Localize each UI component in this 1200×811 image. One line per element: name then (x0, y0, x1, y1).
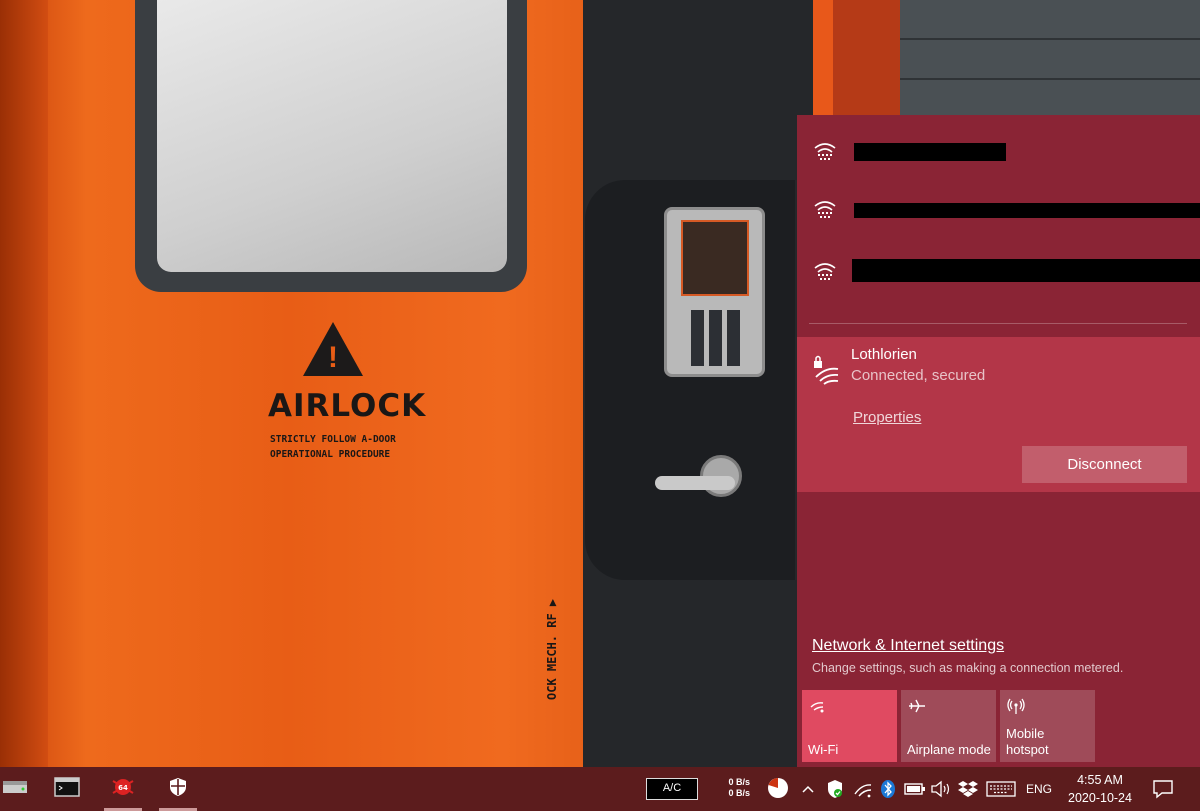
shield-icon (167, 776, 189, 803)
wifi-toggle-tile[interactable]: Wi-Fi (802, 690, 897, 762)
download-speed: 0 B/s (728, 788, 750, 798)
network-item[interactable] (797, 241, 1200, 299)
taskbar: 64 A/C 0 B/s 0 B/s ENG 4:55 AM 2020-10-2… (0, 767, 1200, 811)
network-name-redacted (854, 143, 1006, 161)
tile-label: Wi-Fi (808, 742, 839, 757)
svg-text:64: 64 (118, 784, 128, 792)
wifi-icon (813, 261, 837, 288)
power-source-indicator[interactable]: A/C (646, 778, 698, 800)
tile-label: Airplane mode (907, 742, 991, 757)
brick-wall (900, 0, 1200, 120)
door-edge (0, 0, 48, 767)
wifi-icon (808, 697, 826, 716)
network-settings-link[interactable]: Network & Internet settings (812, 637, 1004, 655)
red-post (833, 0, 900, 120)
network-name-redacted (852, 259, 1200, 282)
door-keypad (664, 207, 765, 377)
door-subtitle: STRICTLY FOLLOW A-DOOR OPERATIONAL PROCE… (270, 432, 410, 462)
wifi-icon[interactable] (853, 778, 873, 800)
taskbar-app-terminal[interactable] (44, 767, 90, 811)
terminal-icon (54, 776, 80, 802)
properties-link[interactable]: Properties (853, 409, 921, 426)
battery-icon[interactable] (904, 778, 926, 800)
taskbar-app-drive[interactable] (0, 767, 38, 811)
upload-speed: 0 B/s (728, 777, 750, 787)
keyboard-icon[interactable] (986, 778, 1016, 800)
clock-time: 4:55 AM (1077, 773, 1123, 787)
wifi-icon (813, 141, 837, 168)
volume-icon[interactable] (930, 778, 952, 800)
disconnect-button[interactable]: Disconnect (1022, 446, 1187, 483)
door-window-glass (157, 0, 507, 272)
network-name-redacted (854, 203, 1200, 218)
network-settings-description: Change settings, such as making a connec… (812, 661, 1124, 675)
dropbox-icon[interactable] (957, 778, 979, 800)
clock[interactable]: 4:55 AM 2020-10-24 (1062, 771, 1138, 807)
taskbar-app-security[interactable] (155, 767, 201, 811)
mobile-hotspot-tile[interactable]: Mobile hotspot (1000, 690, 1095, 762)
clock-date: 2020-10-24 (1068, 791, 1132, 805)
door-subtitle-line2: OPERATIONAL PROCEDURE (270, 449, 391, 460)
tile-label: Mobile hotspot (1006, 726, 1049, 757)
door-title: AIRLOCK (268, 388, 427, 424)
connected-network-status: Connected, secured (851, 367, 986, 384)
bug-64-icon: 64 (110, 775, 136, 804)
bluetooth-icon[interactable] (880, 778, 896, 800)
drive-icon (1, 777, 29, 802)
door-handle (655, 476, 735, 490)
defender-shield-icon[interactable] (826, 778, 844, 800)
network-speed-meter[interactable]: 0 B/s 0 B/s (724, 777, 750, 799)
airplane-icon (907, 697, 927, 718)
taskbar-app-cpu-monitor[interactable]: 64 (100, 767, 146, 811)
door-subtitle-line1: STRICTLY FOLLOW A-DOOR (270, 434, 396, 445)
warning-exclamation: ! (328, 341, 338, 374)
chevron-up-icon[interactable] (800, 778, 816, 800)
pie-meter-icon[interactable] (766, 777, 790, 799)
network-list-divider (809, 323, 1187, 324)
network-item[interactable] (797, 179, 1200, 237)
input-language[interactable]: ENG (1026, 782, 1052, 796)
connected-network-item[interactable]: Lothlorien Connected, secured Properties… (797, 337, 1200, 492)
keypad-keys (691, 310, 741, 366)
airplane-mode-tile[interactable]: Airplane mode (901, 690, 996, 762)
network-flyout: Lothlorien Connected, secured Properties… (797, 115, 1200, 767)
door-vertical-text: OCK MECH. RF ▶ (545, 598, 559, 700)
keypad-screen (681, 220, 749, 296)
network-item[interactable] (797, 121, 1200, 179)
wifi-icon (813, 199, 837, 226)
action-center-icon[interactable] (1152, 779, 1174, 804)
connected-network-name: Lothlorien (851, 346, 917, 363)
secured-wifi-icon (813, 355, 841, 390)
hotspot-icon (1006, 697, 1026, 718)
